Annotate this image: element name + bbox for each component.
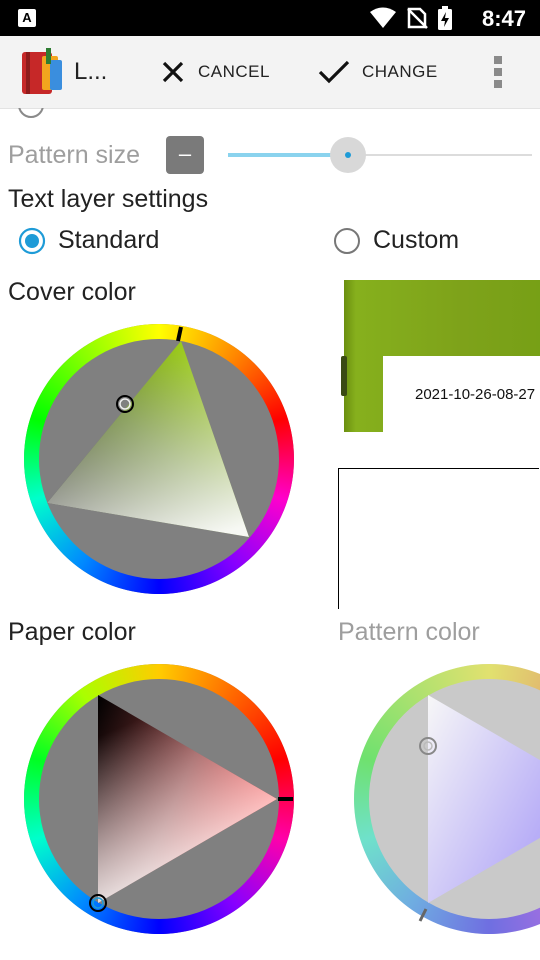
cover-color-label: Cover color xyxy=(8,278,136,306)
pattern-color-wheel xyxy=(353,664,540,934)
text-layer-settings-heading: Text layer settings xyxy=(8,185,209,213)
wifi-icon xyxy=(370,7,396,28)
paper-color-wheel[interactable] xyxy=(23,663,295,935)
close-icon xyxy=(162,61,184,83)
pattern-color-label: Pattern color xyxy=(338,618,480,646)
app-bar: L... CANCEL CHANGE xyxy=(0,36,540,109)
change-button[interactable]: CHANGE xyxy=(318,54,438,90)
book-app-icon xyxy=(22,48,62,94)
radio-checked-icon xyxy=(18,227,46,254)
battery-charging-icon xyxy=(438,6,452,30)
pattern-size-label: Pattern size xyxy=(8,141,141,169)
check-icon xyxy=(318,60,350,84)
no-sim-icon xyxy=(407,7,428,29)
pattern-size-minus-button[interactable]: – xyxy=(166,136,204,174)
radio-standard-label: Standard xyxy=(58,226,160,254)
cancel-button[interactable]: CANCEL xyxy=(160,54,270,90)
cancel-button-label: CANCEL xyxy=(198,62,270,81)
notification-icon: A xyxy=(18,9,36,27)
status-bar: A 8:47 xyxy=(0,0,540,36)
radio-unchecked-icon xyxy=(334,227,360,254)
book-title-text: 2021-10-26-08-27 xyxy=(415,386,536,403)
radio-custom-label: Custom xyxy=(373,226,460,254)
radio-custom-pattern-partial[interactable] xyxy=(16,108,46,120)
cover-color-wheel[interactable] xyxy=(23,323,295,595)
paper-color-label: Paper color xyxy=(8,618,136,646)
change-button-label: CHANGE xyxy=(362,62,438,81)
app-title: L... xyxy=(74,58,108,85)
book-spine-clasp xyxy=(341,356,347,396)
paper-preview xyxy=(338,468,539,609)
radio-custom[interactable]: Custom xyxy=(333,226,459,255)
more-vert-icon[interactable] xyxy=(488,54,508,90)
status-time: 8:47 xyxy=(481,6,526,31)
settings-content[interactable]: Pattern size – Text layer settings Stand… xyxy=(0,108,540,960)
radio-standard[interactable]: Standard xyxy=(18,226,159,255)
